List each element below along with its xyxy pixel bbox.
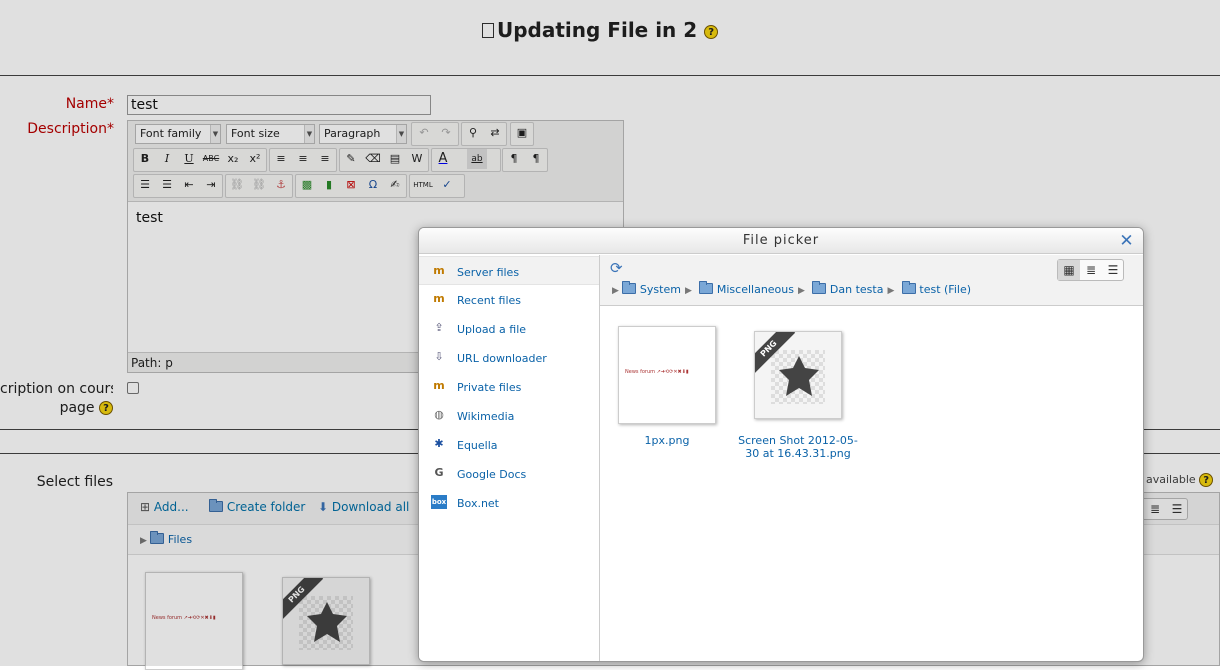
breadcrumb-label: Miscellaneous xyxy=(716,283,794,296)
breadcrumb-separator-icon: ▶ xyxy=(612,286,619,296)
picker-file-name[interactable]: 1px.png xyxy=(617,434,717,447)
wikimedia-icon: ◍ xyxy=(434,408,444,421)
repo-equella[interactable]: ✱ Equella xyxy=(419,430,599,459)
breadcrumb-label: Dan testa xyxy=(829,283,884,296)
breadcrumb-item[interactable]: System xyxy=(622,281,681,296)
png-file-icon xyxy=(779,356,819,396)
picker-file-thumbnail-screenshot[interactable]: PNG xyxy=(754,331,842,419)
breadcrumb-label: test (File) xyxy=(919,283,972,296)
file-picker-toolbar: ⟳ ▦ ≣ ☰ ▶ System ▶ Miscellaneous ▶ Dan tes… xyxy=(600,255,1143,306)
picker-file-thumbnail-1px[interactable]: News forum ↗➜⟲⟳✕✖⬇▮ xyxy=(618,326,716,424)
repo-upload-file[interactable]: ⇪ Upload a file xyxy=(419,314,599,343)
url-downloader-icon: ⇩ xyxy=(434,350,444,363)
file-picker-header: File picker ✕ xyxy=(419,228,1143,254)
file-name-line2: 30 at 16.43.31.png xyxy=(745,447,851,460)
file-name-line1: Screen Shot 2012-05- xyxy=(738,434,858,447)
repo-label: Box.net xyxy=(457,497,499,510)
repo-label: URL downloader xyxy=(457,352,547,365)
list-view-icon[interactable]: ≣ xyxy=(1080,260,1102,280)
boxnet-icon: box xyxy=(431,495,447,509)
repo-label: Upload a file xyxy=(457,323,527,336)
thumbnail-preview: News forum ↗➜⟲⟳✕✖⬇▮ xyxy=(625,369,689,375)
repository-list: m Server files m Recent files ⇪ Upload a… xyxy=(419,255,600,661)
breadcrumb-separator-icon: ▶ xyxy=(798,286,805,296)
view-switcher: ▦ ≣ ☰ xyxy=(1057,259,1124,281)
folder-icon xyxy=(622,281,637,294)
breadcrumb-label: System xyxy=(639,283,681,296)
breadcrumb-item[interactable]: Dan testa xyxy=(812,281,884,296)
google-icon: G xyxy=(434,466,444,479)
repo-label: Recent files xyxy=(457,294,521,307)
repo-url-downloader[interactable]: ⇩ URL downloader xyxy=(419,343,599,372)
file-picker-dialog: File picker ✕ m Server files m Recent fi… xyxy=(418,227,1144,662)
breadcrumb-item[interactable]: Miscellaneous xyxy=(699,281,794,296)
breadcrumb-separator-icon: ▶ xyxy=(887,286,895,296)
close-icon[interactable]: ✕ xyxy=(1119,233,1135,250)
breadcrumb-separator-icon: ▶ xyxy=(684,286,692,296)
repo-server-files[interactable]: m Server files xyxy=(419,256,599,285)
equella-icon: ✱ xyxy=(434,437,444,450)
repo-label: Private files xyxy=(457,381,522,394)
file-picker-content: ⟳ ▦ ≣ ☰ ▶ System ▶ Miscellaneous ▶ Dan tes… xyxy=(600,255,1143,661)
repo-label: Wikimedia xyxy=(457,410,515,423)
repo-label: Equella xyxy=(457,439,498,452)
repo-boxnet[interactable]: box Box.net xyxy=(419,488,599,517)
breadcrumb: ▶ System ▶ Miscellaneous ▶ Dan testa ▶ test… xyxy=(612,281,972,296)
repo-private-files[interactable]: m Private files xyxy=(419,372,599,401)
file-picker-title: File picker xyxy=(742,233,820,248)
repo-label: Google Docs xyxy=(457,468,527,481)
refresh-icon[interactable]: ⟳ xyxy=(610,260,626,276)
moodle-icon: m xyxy=(433,292,445,305)
folder-icon xyxy=(901,281,916,294)
icon-view-icon[interactable]: ▦ xyxy=(1058,260,1080,280)
upload-icon: ⇪ xyxy=(434,321,444,334)
moodle-icon: m xyxy=(433,379,445,392)
picker-file-name[interactable]: Screen Shot 2012-05- 30 at 16.43.31.png xyxy=(736,434,860,460)
repo-recent-files[interactable]: m Recent files xyxy=(419,285,599,314)
folder-icon xyxy=(699,281,714,294)
tree-view-icon[interactable]: ☰ xyxy=(1102,260,1124,280)
breadcrumb-item[interactable]: test (File) xyxy=(901,281,972,296)
moodle-icon: m xyxy=(433,264,445,277)
repo-label: Server files xyxy=(457,266,520,279)
repo-google-docs[interactable]: G Google Docs xyxy=(419,459,599,488)
repo-wikimedia[interactable]: ◍ Wikimedia xyxy=(419,401,599,430)
folder-icon xyxy=(812,281,827,294)
